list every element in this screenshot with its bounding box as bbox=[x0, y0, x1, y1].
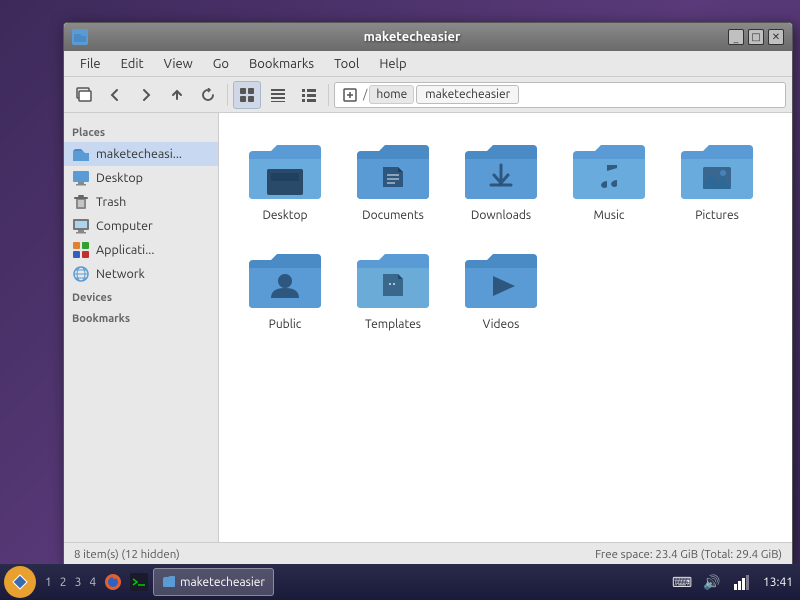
file-label: Music bbox=[594, 209, 625, 222]
taskbar-right: ⌨ 🔊 13:41 bbox=[670, 570, 796, 594]
status-bar: 8 item(s) (12 hidden) Free space: 23.4 G… bbox=[64, 542, 792, 566]
workspace-2[interactable]: 2 bbox=[57, 576, 70, 589]
keyboard-icon[interactable]: ⌨ bbox=[670, 570, 694, 594]
path-sep-1: / bbox=[363, 88, 367, 101]
sidebar-item-trash[interactable]: Trash bbox=[64, 190, 218, 214]
list-item[interactable]: Music bbox=[559, 129, 659, 230]
reload-button[interactable] bbox=[194, 81, 222, 109]
taskbar: 1 2 3 4 maketecheasier bbox=[0, 564, 800, 600]
menu-bar: File Edit View Go Bookmarks Tool Help bbox=[64, 51, 792, 77]
path-current: maketecheasier bbox=[416, 85, 519, 104]
window-title: maketecheasier bbox=[96, 30, 728, 44]
file-label: Public bbox=[269, 318, 302, 331]
sidebar-trash-label: Trash bbox=[96, 195, 126, 209]
system-clock: 13:41 bbox=[760, 576, 796, 589]
new-window-button[interactable] bbox=[70, 81, 98, 109]
menu-tool[interactable]: Tool bbox=[326, 55, 367, 73]
list-view-button[interactable] bbox=[295, 81, 323, 109]
forward-button[interactable] bbox=[132, 81, 160, 109]
window-icon bbox=[72, 29, 88, 45]
workspace-1[interactable]: 1 bbox=[42, 576, 55, 589]
title-bar: maketecheasier _ □ ✕ bbox=[64, 23, 792, 51]
bookmarks-label: Bookmarks bbox=[64, 307, 218, 328]
list-item[interactable]: Templates bbox=[343, 238, 443, 339]
volume-icon[interactable]: 🔊 bbox=[700, 570, 724, 594]
list-item[interactable]: Public bbox=[235, 238, 335, 339]
active-app-label: maketecheasier bbox=[180, 576, 265, 589]
taskbar-terminal-icon[interactable] bbox=[127, 570, 151, 594]
menu-bookmarks[interactable]: Bookmarks bbox=[241, 55, 322, 73]
desktop: maketecheasier _ □ ✕ File Edit View Go B… bbox=[0, 0, 800, 600]
taskbar-active-app[interactable]: maketecheasier bbox=[153, 568, 274, 596]
file-label: Downloads bbox=[471, 209, 531, 222]
list-item[interactable]: Documents bbox=[343, 129, 443, 230]
close-button[interactable]: ✕ bbox=[768, 29, 784, 45]
list-item[interactable]: Downloads bbox=[451, 129, 551, 230]
path-home-button[interactable]: home bbox=[369, 85, 414, 104]
devices-label: Devices bbox=[64, 286, 218, 307]
file-label: Desktop bbox=[262, 209, 307, 222]
menu-view[interactable]: View bbox=[156, 55, 201, 73]
list-item[interactable]: Pictures bbox=[667, 129, 767, 230]
toolbar-separator-1 bbox=[227, 84, 228, 106]
network-icon[interactable] bbox=[730, 570, 754, 594]
file-manager-window: maketecheasier _ □ ✕ File Edit View Go B… bbox=[63, 22, 793, 567]
menu-edit[interactable]: Edit bbox=[113, 55, 152, 73]
file-label: Documents bbox=[362, 209, 424, 222]
file-label: Videos bbox=[483, 318, 520, 331]
list-item[interactable]: Desktop bbox=[235, 129, 335, 230]
icon-view-button[interactable] bbox=[233, 81, 261, 109]
sidebar: Places maketecheasi... Deskto bbox=[64, 113, 219, 542]
menu-help[interactable]: Help bbox=[371, 55, 414, 73]
list-item[interactable]: Videos bbox=[451, 238, 551, 339]
sidebar-item-applications[interactable]: Applicati... bbox=[64, 238, 218, 262]
sidebar-home-label: maketecheasi... bbox=[96, 147, 182, 161]
sidebar-desktop-label: Desktop bbox=[96, 171, 143, 185]
path-icon-button[interactable] bbox=[339, 84, 361, 106]
start-button[interactable] bbox=[4, 566, 36, 598]
sidebar-item-network[interactable]: Network bbox=[64, 262, 218, 286]
workspace-4[interactable]: 4 bbox=[86, 576, 99, 589]
menu-go[interactable]: Go bbox=[205, 55, 237, 73]
sidebar-computer-label: Computer bbox=[96, 219, 153, 233]
toolbar: / home maketecheasier bbox=[64, 77, 792, 113]
sidebar-item-home[interactable]: maketecheasi... bbox=[64, 142, 218, 166]
sidebar-item-computer[interactable]: Computer bbox=[64, 214, 218, 238]
path-bar: / home maketecheasier bbox=[334, 82, 786, 108]
compact-view-button[interactable] bbox=[264, 81, 292, 109]
file-label: Pictures bbox=[695, 209, 739, 222]
main-content: Places maketecheasi... Deskto bbox=[64, 113, 792, 542]
sidebar-network-label: Network bbox=[96, 267, 145, 281]
status-right: Free space: 23.4 GiB (Total: 29.4 GiB) bbox=[595, 548, 782, 561]
file-grid: Desktop Documents bbox=[219, 113, 792, 542]
status-left: 8 item(s) (12 hidden) bbox=[74, 548, 180, 561]
menu-file[interactable]: File bbox=[72, 55, 109, 73]
maximize-button[interactable]: □ bbox=[748, 29, 764, 45]
sidebar-item-desktop[interactable]: Desktop bbox=[64, 166, 218, 190]
up-button[interactable] bbox=[163, 81, 191, 109]
taskbar-firefox-icon[interactable] bbox=[101, 570, 125, 594]
sidebar-applications-label: Applicati... bbox=[96, 243, 154, 257]
file-label: Templates bbox=[365, 318, 421, 331]
window-controls: _ □ ✕ bbox=[728, 29, 784, 45]
workspace-3[interactable]: 3 bbox=[72, 576, 85, 589]
toolbar-separator-2 bbox=[328, 84, 329, 106]
places-label: Places bbox=[64, 121, 218, 142]
back-button[interactable] bbox=[101, 81, 129, 109]
minimize-button[interactable]: _ bbox=[728, 29, 744, 45]
